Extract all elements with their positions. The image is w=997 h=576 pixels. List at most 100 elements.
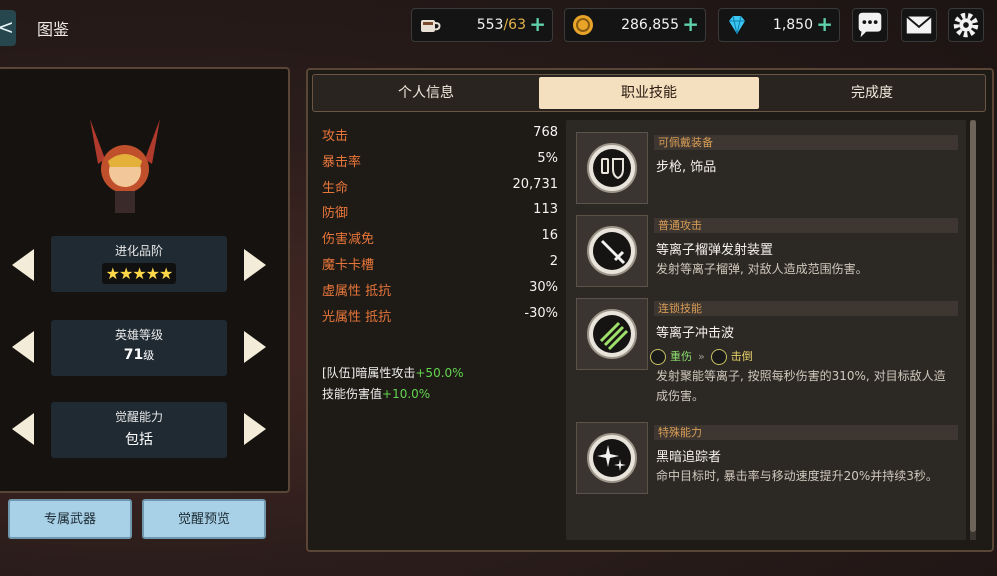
exclusive-weapon-button[interactable]: 专属武器: [8, 499, 132, 539]
bonus-value: +10.0%: [382, 387, 431, 401]
equipment-skill-icon[interactable]: [576, 132, 648, 204]
gem-value: 1,850: [772, 17, 813, 33]
stats-list: 攻击 768 暴击率 5% 生命 20,731 防御 113 伤害减免 16 魔卡卡槽 2 …: [322, 122, 558, 328]
normal-attack-skill-icon[interactable]: [576, 215, 648, 287]
mail-button[interactable]: [901, 8, 937, 42]
skill-category: 可佩戴装备: [654, 135, 958, 150]
chain-condition: 重伤 » 击倒: [650, 348, 753, 365]
stat-row: 攻击 768: [322, 122, 558, 148]
stat-value: 113: [533, 202, 558, 218]
skill-description: 命中目标时, 暴击率与移动速度提升20%并持续3秒。: [656, 469, 938, 483]
level-unit: 级: [143, 349, 155, 362]
stat-row: 暴击率 5%: [322, 148, 558, 174]
stat-row: 生命 20,731: [322, 174, 558, 200]
coffee-cup-icon: [421, 20, 441, 32]
stat-value: 768: [533, 125, 558, 140]
awaken-preview-button[interactable]: 觉醒预览: [142, 499, 266, 539]
awaken-label: 觉醒能力: [114, 410, 163, 424]
add-gems-button[interactable]: +: [816, 12, 833, 36]
info-panel: 个人信息 职业技能 完成度 攻击 768 暴击率 5% 生命 20,731 防御 113…: [306, 68, 994, 552]
knockdown-icon: [710, 349, 727, 365]
bonus-list: [队伍]暗属性攻击+50.0% 技能伤害值+10.0%: [322, 363, 464, 405]
stat-key: 光属性 抵抗: [322, 309, 392, 325]
evolution-grade-box: 进化品阶 ★★★★★: [51, 236, 227, 292]
level-value: 71: [123, 347, 144, 363]
slash-icon: [599, 321, 629, 351]
skill-name: 黑暗追踪者: [656, 450, 722, 465]
evolution-label: 进化品阶: [114, 244, 163, 258]
stat-row: 魔卡卡槽 2: [322, 251, 558, 277]
scrollbar-thumb[interactable]: [970, 120, 976, 532]
add-stamina-button[interactable]: +: [529, 12, 546, 36]
stat-value: 5%: [537, 150, 558, 166]
evolution-prev-arrow[interactable]: [12, 249, 34, 281]
skill-category: 普通攻击: [654, 218, 958, 233]
gem-counter: 1,850 +: [718, 8, 840, 42]
level-prev-arrow[interactable]: [12, 331, 34, 363]
stat-row: 伤害减免 16: [322, 225, 558, 251]
bonus-row: [队伍]暗属性攻击+50.0%: [322, 363, 464, 384]
stat-row: 光属性 抵抗 -30%: [322, 303, 558, 329]
diamond-icon: [729, 15, 745, 35]
bonus-text: [队伍]暗属性攻击: [322, 366, 416, 380]
tab-class-skills[interactable]: 职业技能: [539, 77, 759, 109]
stat-key: 生命: [322, 180, 349, 196]
level-label: 英雄等级: [114, 328, 163, 342]
evolution-stars: ★★★★★: [101, 263, 177, 284]
chain-to: 击倒: [730, 350, 753, 363]
stat-key: 伤害减免: [322, 232, 375, 248]
skill-category: 连锁技能: [654, 301, 958, 316]
stat-value: 30%: [529, 279, 558, 295]
stat-key: 暴击率: [322, 154, 362, 170]
awaken-next-arrow[interactable]: [244, 413, 266, 445]
gear-icon: [953, 12, 979, 38]
settings-button[interactable]: [948, 8, 984, 42]
stat-value: 2: [549, 253, 558, 269]
chat-button[interactable]: [852, 8, 888, 42]
awaken-value: 包括: [125, 432, 153, 448]
skill-name: 步枪, 饰品: [656, 160, 717, 175]
stamina-max: /63: [503, 17, 526, 33]
skill-name: 等离子榴弹发射装置: [656, 243, 774, 258]
chain-arrow: »: [698, 350, 705, 363]
level-next-arrow[interactable]: [244, 331, 266, 363]
hero-portrait: [90, 119, 160, 213]
add-gold-button[interactable]: +: [682, 12, 699, 36]
stat-key: 魔卡卡槽: [322, 257, 375, 273]
tab-completion[interactable]: 完成度: [761, 77, 983, 109]
skill-category: 特殊能力: [654, 425, 958, 440]
bonus-row: 技能伤害值+10.0%: [322, 384, 464, 405]
bonus-text: 技能伤害值: [322, 387, 383, 401]
special-ability-icon[interactable]: [576, 422, 648, 494]
hero-panel: 进化品阶 ★★★★★ 英雄等级 71级 觉醒能力 包括: [0, 67, 290, 493]
stamina-current: 553: [476, 17, 504, 33]
skill-list[interactable]: 可佩戴装备 步枪, 饰品 普通攻击 等离子榴弹发射装置 发射等离子榴弹, 对敌人…: [566, 120, 966, 540]
stat-row: 虚属性 抵抗 30%: [322, 277, 558, 303]
tab-bar: 个人信息 职业技能 完成度: [312, 74, 986, 112]
stat-value: 16: [541, 228, 558, 244]
evolution-next-arrow[interactable]: [244, 249, 266, 281]
stamina-counter: 553/63 +: [411, 8, 553, 42]
stat-key: 虚属性 抵抗: [322, 283, 392, 299]
gold-counter: 286,855 +: [564, 8, 706, 42]
heavy-wound-icon: [650, 349, 666, 365]
back-button[interactable]: <: [0, 10, 16, 46]
chain-skill-icon[interactable]: [576, 298, 648, 370]
awaken-box: 觉醒能力 包括: [51, 402, 227, 458]
chat-icon: [858, 12, 882, 38]
skill-description: 发射聚能等离子, 按照每秒伤害的310%, 对目标敌人造成伤害。: [656, 369, 946, 403]
hero-level-box: 英雄等级 71级: [51, 320, 227, 376]
stat-value: -30%: [524, 305, 558, 321]
skill-name: 等离子冲击波: [656, 326, 735, 341]
skill-description: 发射等离子榴弹, 对敌人造成范围伤害。: [656, 262, 868, 276]
equipment-icon: [601, 158, 624, 180]
awaken-prev-arrow[interactable]: [12, 413, 34, 445]
stat-key: 攻击: [322, 129, 349, 144]
mail-icon: [906, 15, 932, 34]
bonus-value: +50.0%: [415, 366, 464, 380]
stat-key: 防御: [322, 206, 349, 222]
skill-list-scrollbar[interactable]: [970, 120, 976, 540]
chain-from: 重伤: [670, 350, 692, 363]
gold-coin-icon: [573, 15, 593, 35]
tab-personal-info[interactable]: 个人信息: [315, 77, 537, 109]
